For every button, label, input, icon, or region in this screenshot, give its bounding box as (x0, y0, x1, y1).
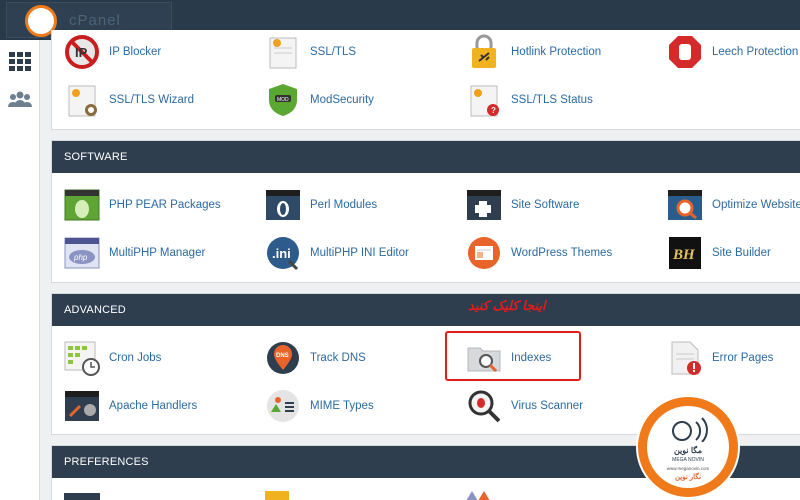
ip-blocker-link[interactable]: IP IP Blocker (64, 32, 161, 72)
security-panel: IP IP Blocker SSL/TLS Hotlink Protection… (51, 30, 800, 130)
virus-scanner-link[interactable]: Virus Scanner (466, 386, 583, 426)
track-dns-link[interactable]: DNS Track DNS (265, 338, 366, 378)
multiphp-ini-icon: .ini (267, 237, 299, 271)
svg-text:MOD: MOD (277, 97, 289, 103)
preferences-item-icon[interactable] (64, 493, 100, 500)
modsecurity-link[interactable]: MOD ModSecurity (265, 80, 374, 120)
site-builder-link[interactable]: BH Site Builder (667, 233, 771, 273)
grid-icon[interactable] (8, 50, 32, 74)
ssl-tls-link[interactable]: SSL/TLS (265, 32, 356, 72)
virus-scanner-icon (468, 390, 501, 423)
site-software-link[interactable]: Site Software (466, 185, 579, 225)
site-software-icon (467, 190, 501, 220)
leech-protection-icon (669, 36, 701, 68)
watermark-url: www.meganovin.com (666, 466, 710, 471)
multiphp-ini-link[interactable]: .ini MultiPHP INI Editor (265, 233, 409, 273)
error-pages-icon (671, 341, 701, 375)
ssl-wizard-icon (68, 85, 97, 117)
perl-modules-link[interactable]: Perl Modules (265, 185, 377, 225)
optimize-website-icon (668, 190, 702, 220)
preferences-item-icon[interactable] (265, 491, 289, 500)
users-icon[interactable] (8, 88, 32, 112)
ssl-status-link[interactable]: ? SSL/TLS Status (466, 80, 593, 120)
software-header[interactable]: SOFTWARE (52, 141, 800, 173)
ip-blocker-icon: IP (65, 35, 99, 69)
optimize-website-link[interactable]: Optimize Website (667, 185, 800, 225)
watermark-footer: نگار نوین (674, 474, 702, 481)
click-here-annotation: اینجا کلیک کنید (468, 298, 546, 313)
hotlink-protection-link[interactable]: Hotlink Protection (466, 32, 601, 72)
advanced-header[interactable]: ADVANCED (52, 294, 800, 326)
watermark-subtitle: MEGA NOVIN (672, 457, 704, 463)
svg-text:.ini: .ini (272, 246, 291, 261)
indexes-highlight-box (445, 331, 581, 381)
site-builder-icon: BH (669, 237, 701, 269)
ssl-status-icon: ? (470, 85, 499, 117)
cron-jobs-icon (64, 341, 100, 376)
cron-jobs-link[interactable]: Cron Jobs (64, 338, 161, 378)
preferences-item-icon[interactable] (466, 491, 490, 500)
php-pear-icon (64, 189, 100, 221)
svg-text:php: php (73, 253, 88, 262)
meganovin-watermark: مگا نوین MEGA NOVIN www.meganovin.com نگ… (636, 395, 740, 499)
mime-types-link[interactable]: MIME Types (265, 386, 374, 426)
mime-types-icon (267, 390, 299, 422)
sidebar (0, 40, 40, 500)
php-pear-link[interactable]: PHP PEAR Packages (64, 185, 221, 225)
software-panel: SOFTWARE PHP PEAR Packages Perl Modules … (51, 140, 800, 283)
apache-handlers-link[interactable]: Apache Handlers (64, 386, 197, 426)
ssl-tls-icon (269, 37, 297, 69)
multiphp-manager-link[interactable]: php MultiPHP Manager (64, 233, 205, 273)
wordpress-themes-link[interactable]: WordPress Themes (466, 233, 612, 273)
svg-text:IP: IP (75, 45, 88, 60)
watermark-title: مگا نوین (673, 446, 703, 455)
apache-handlers-icon (65, 391, 99, 421)
modsecurity-icon: MOD (269, 84, 297, 116)
svg-text:?: ? (491, 106, 496, 115)
track-dns-icon: DNS (267, 342, 299, 374)
hotlink-protection-icon (472, 34, 496, 68)
perl-modules-icon (266, 190, 300, 220)
watermark-inner: مگا نوین MEGA NOVIN www.meganovin.com نگ… (647, 406, 729, 488)
error-pages-link[interactable]: Error Pages (667, 338, 773, 378)
signal-icon (672, 417, 708, 442)
svg-text:BH: BH (672, 247, 696, 263)
leech-protection-link[interactable]: Leech Protection (667, 32, 798, 72)
ssl-wizard-link[interactable]: SSL/TLS Wizard (64, 80, 194, 120)
multiphp-manager-icon: php (64, 237, 100, 269)
svg-text:DNS: DNS (276, 353, 289, 359)
logo-text: cPanel (69, 12, 121, 29)
wordpress-themes-icon (468, 237, 500, 269)
